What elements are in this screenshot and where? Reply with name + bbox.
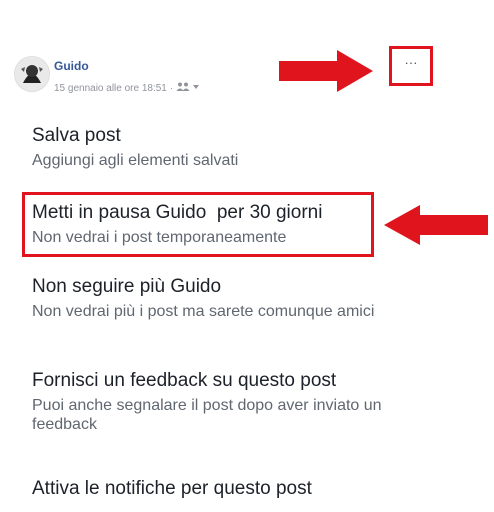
menu-item-feedback[interactable]: Fornisci un feedback su questo post Puoi… [32, 369, 427, 434]
red-arrow-right [279, 50, 373, 92]
menu-item-title: Salva post [32, 125, 121, 146]
author-name[interactable]: Guido [54, 59, 89, 73]
more-options-icon: ··· [404, 55, 418, 70]
people-icon [176, 82, 190, 91]
menu-item-unfollow[interactable]: Non seguire più Guido Non vedrai più i p… [32, 275, 427, 321]
menu-item-title: Attiva le notifiche per questo post [32, 478, 312, 499]
post-meta: 15 gennaio alle ore 18:51 · [54, 82, 200, 94]
more-options-button[interactable]: ··· [389, 46, 433, 86]
menu-item-subtitle: Aggiungi agli elementi salvati [32, 152, 239, 169]
menu-item-notifications[interactable]: Attiva le notifiche per questo post [32, 477, 432, 500]
menu-item-title: Fornisci un feedback su questo post [32, 370, 337, 391]
menu-item-subtitle: Non vedrai i post temporaneamente [32, 229, 287, 246]
menu-item-snooze[interactable]: Metti in pausa Guido per 30 giorni Non v… [32, 201, 432, 247]
red-arrow-left [384, 205, 488, 245]
post-header: Guido 15 gennaio alle ore 18:51 · [14, 56, 234, 102]
menu-item-subtitle: Puoi anche segnalare il post dopo aver i… [32, 397, 382, 433]
avatar-image [15, 57, 49, 91]
menu-item-save-post[interactable]: Salva post Aggiungi agli elementi salvat… [32, 124, 432, 170]
menu-item-title: Non seguire più Guido [32, 276, 222, 297]
menu-item-subtitle: Non vedrai più i post ma sarete comunque… [32, 303, 375, 320]
menu-item-title: Metti in pausa Guido per 30 giorni [32, 202, 323, 223]
audience-selector[interactable] [176, 82, 200, 93]
post-timestamp[interactable]: 15 gennaio alle ore 18:51 [54, 83, 167, 94]
caret-down-icon [193, 85, 200, 89]
avatar[interactable] [14, 56, 50, 92]
